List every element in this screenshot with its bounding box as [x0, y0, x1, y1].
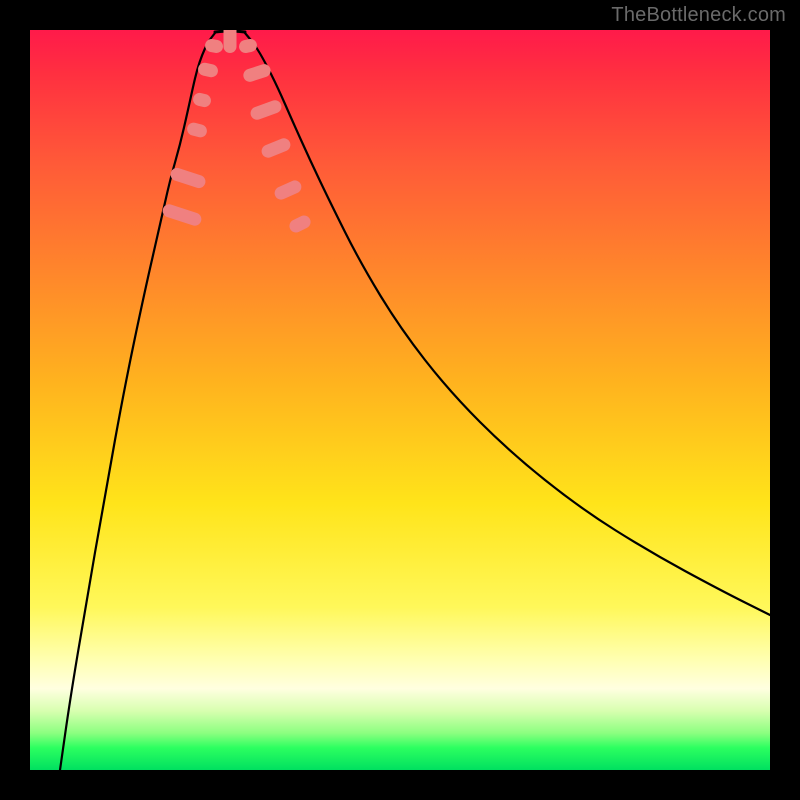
marker-capsule — [186, 121, 209, 139]
chart-frame: TheBottleneck.com — [0, 0, 800, 800]
curve-lines — [60, 31, 770, 770]
marker-capsule — [249, 98, 284, 121]
marker-capsule — [169, 166, 207, 189]
marker-capsule — [260, 136, 293, 159]
marker-capsule — [161, 203, 203, 228]
marker-capsule — [238, 38, 258, 54]
marker-capsule — [204, 38, 224, 54]
marker-capsule — [192, 92, 213, 109]
marker-capsule — [242, 62, 273, 83]
marker-capsule — [197, 62, 219, 79]
watermark-text: TheBottleneck.com — [611, 4, 786, 27]
chart-svg — [30, 30, 770, 770]
series-left-branch — [60, 33, 215, 770]
plot-area — [30, 30, 770, 770]
series-right-branch — [245, 33, 770, 615]
marker-capsule — [273, 178, 304, 201]
marker-capsule — [224, 30, 237, 53]
marker-capsule — [287, 213, 312, 234]
